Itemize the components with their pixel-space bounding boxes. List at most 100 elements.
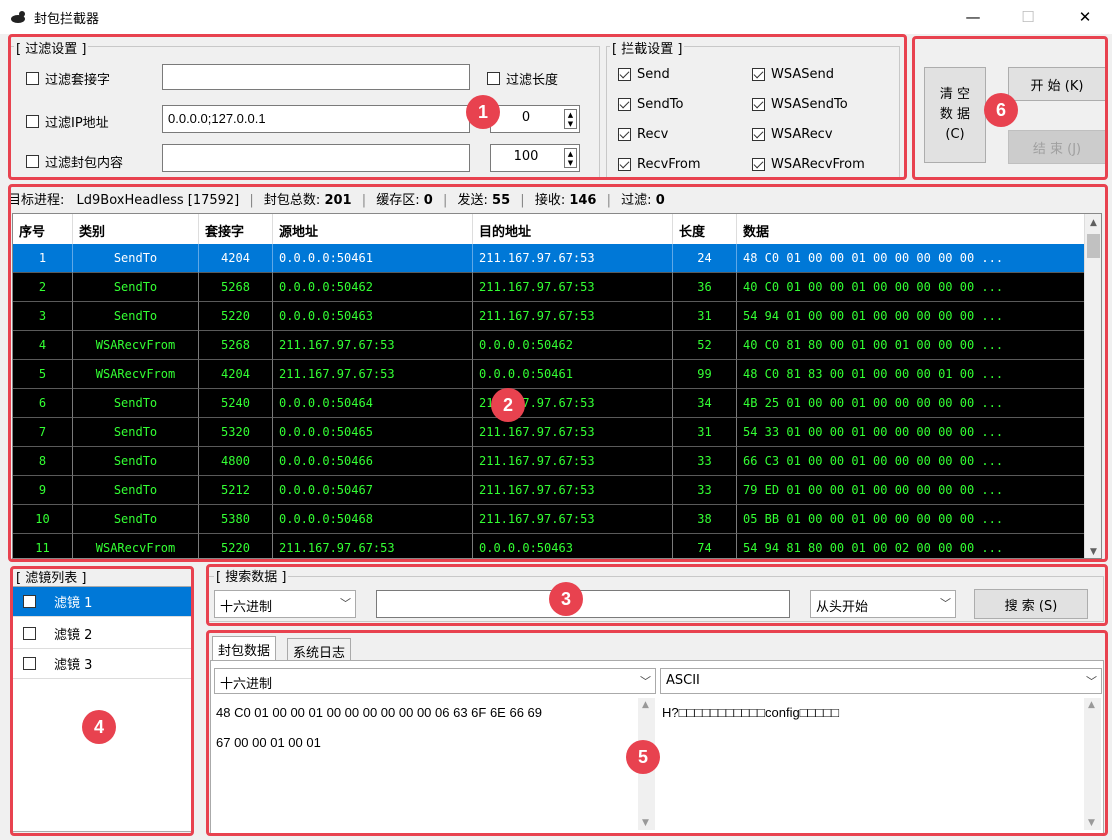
- checkbox-checked-icon: [752, 158, 765, 171]
- stop-button[interactable]: 结 束 (J): [1008, 130, 1106, 164]
- cell-destination: 211.167.97.67:53: [473, 418, 673, 447]
- scroll-down-icon[interactable]: ▼: [642, 818, 649, 828]
- right-format-select[interactable]: ASCII ﹀: [660, 668, 1102, 694]
- ip-input[interactable]: 0.0.0.0;127.0.0.1: [162, 105, 470, 133]
- column-header-destination[interactable]: 目的地址: [473, 214, 673, 244]
- cell-length: 31: [673, 302, 737, 331]
- checkbox-checked-icon: [752, 68, 765, 81]
- intercept-wsarecv-checkbox[interactable]: WSARecv: [752, 127, 833, 142]
- maximize-button[interactable]: ☐: [1005, 0, 1051, 34]
- filter-length-label: 过滤长度: [506, 73, 559, 88]
- column-header-data[interactable]: 数据: [737, 214, 1101, 244]
- scroll-down-icon[interactable]: ▼: [1088, 818, 1095, 828]
- cell-source: 0.0.0.0:50467: [273, 476, 473, 505]
- filter-length-checkbox[interactable]: 过滤长度: [487, 69, 558, 88]
- checkbox-icon: [26, 155, 39, 168]
- filter-settings-label: [ 过滤设置 ]: [14, 38, 89, 57]
- minimize-button[interactable]: —: [950, 0, 996, 34]
- intercept-wsarecvfrom-checkbox[interactable]: WSARecvFrom: [752, 157, 865, 172]
- scroll-thumb[interactable]: [1087, 234, 1100, 258]
- cell-source: 0.0.0.0:50464: [273, 389, 473, 418]
- filter-content-checkbox[interactable]: 过滤封包内容: [26, 152, 123, 171]
- length-max-spinner[interactable]: 100 ▲ ▼: [490, 144, 580, 172]
- content-input[interactable]: [162, 144, 470, 172]
- hex-view[interactable]: 48 C0 01 00 00 01 00 00 00 00 00 00 06 6…: [216, 698, 632, 758]
- scroll-up-icon[interactable]: ▲: [642, 700, 649, 710]
- table-row[interactable]: 1 SendTo 4204 0.0.0.0:50461 211.167.97.67:53…: [13, 244, 1101, 273]
- filter-ip-checkbox[interactable]: 过滤IP地址: [26, 112, 109, 131]
- ascii-view[interactable]: H?□□□□□□□□□□□config□□□□□: [662, 698, 1082, 728]
- checkbox-icon: [487, 72, 500, 85]
- packet-table[interactable]: 序号 类别 套接字 源地址 目的地址 长度 数据 1 SendTo 4204 0.0.…: [12, 213, 1102, 559]
- filter-item-label: 滤镜 1: [54, 596, 93, 611]
- search-mode-select[interactable]: 十六进制 ﹀: [214, 590, 356, 618]
- search-button[interactable]: 搜 索 (S): [974, 589, 1088, 619]
- filter-item[interactable]: 滤镜 3: [13, 649, 193, 679]
- table-scrollbar[interactable]: ▲ ▼: [1084, 214, 1101, 558]
- badge-6: 6: [984, 93, 1018, 127]
- table-row[interactable]: 2 SendTo 5268 0.0.0.0:50462 211.167.97.67:53…: [13, 273, 1101, 302]
- ascii-view-scrollbar[interactable]: ▲ ▼: [1084, 698, 1101, 830]
- intercept-recvfrom-checkbox[interactable]: RecvFrom: [618, 157, 701, 172]
- close-button[interactable]: ✕: [1062, 0, 1108, 34]
- column-header-index[interactable]: 序号: [13, 214, 73, 244]
- table-row[interactable]: 11 WSARecvFrom 5220 211.167.97.67:53 0.0.0.0…: [13, 534, 1101, 558]
- column-header-socket[interactable]: 套接字: [199, 214, 273, 244]
- column-header-type[interactable]: 类别: [73, 214, 199, 244]
- filter-socket-checkbox[interactable]: 过滤套接字: [26, 69, 110, 88]
- target-value: Ld9BoxHeadless [17592]: [76, 193, 240, 208]
- scroll-up-icon[interactable]: ▲: [1085, 214, 1101, 231]
- badge-1: 1: [466, 95, 500, 129]
- checkbox-icon[interactable]: [23, 657, 36, 670]
- cell-type: WSARecvFrom: [73, 360, 199, 389]
- scroll-down-icon[interactable]: ▼: [1085, 543, 1101, 558]
- cell-data: 79 ED 01 00 00 01 00 00 00 00 00 ...: [737, 476, 1101, 505]
- table-row[interactable]: 8 SendTo 4800 0.0.0.0:50466 211.167.97.67:53…: [13, 447, 1101, 476]
- intercept-sendto-checkbox[interactable]: SendTo: [618, 97, 683, 112]
- start-button[interactable]: 开 始 (K): [1008, 67, 1106, 101]
- tab-packet-data[interactable]: 封包数据: [212, 636, 277, 662]
- intercept-send-label: Send: [637, 67, 670, 82]
- scroll-up-icon[interactable]: ▲: [1088, 700, 1095, 710]
- table-row[interactable]: 4 WSARecvFrom 5268 211.167.97.67:53 0.0.0.0:…: [13, 331, 1101, 360]
- left-format-value: 十六进制: [220, 677, 273, 692]
- search-origin-select[interactable]: 从头开始 ﹀: [810, 590, 956, 618]
- table-row[interactable]: 7 SendTo 5320 0.0.0.0:50465 211.167.97.67:53…: [13, 418, 1101, 447]
- cell-index: 8: [13, 447, 73, 476]
- cell-source: 0.0.0.0:50462: [273, 273, 473, 302]
- checkbox-checked-icon: [752, 98, 765, 111]
- length-min-spinner[interactable]: 0 ▲ ▼: [490, 105, 580, 133]
- intercept-wsasendto-checkbox[interactable]: WSASendTo: [752, 97, 848, 112]
- search-input[interactable]: [376, 590, 790, 618]
- intercept-recv-checkbox[interactable]: Recv: [618, 127, 668, 142]
- recv-value: 146: [569, 193, 597, 208]
- cell-index: 5: [13, 360, 73, 389]
- filter-list[interactable]: 滤镜 1 滤镜 2 滤镜 3: [12, 586, 194, 832]
- title-bar: 封包拦截器 — ☐ ✕: [0, 0, 1112, 34]
- checkbox-icon: [26, 72, 39, 85]
- intercept-send-checkbox[interactable]: Send: [618, 67, 670, 82]
- table-row[interactable]: 5 WSARecvFrom 4204 211.167.97.67:53 0.0.0.0:…: [13, 360, 1101, 389]
- spinner-arrows-icon[interactable]: ▲ ▼: [564, 148, 577, 168]
- filter-item[interactable]: 滤镜 2: [13, 619, 193, 649]
- search-mode-value: 十六进制: [220, 600, 273, 615]
- column-header-source[interactable]: 源地址: [273, 214, 473, 244]
- spinner-arrows-icon[interactable]: ▲ ▼: [564, 109, 577, 129]
- checkbox-icon[interactable]: [23, 627, 36, 640]
- filter-socket-label: 过滤套接字: [45, 73, 111, 88]
- cell-data: 54 33 01 00 00 01 00 00 00 00 00 ...: [737, 418, 1101, 447]
- table-row[interactable]: 9 SendTo 5212 0.0.0.0:50467 211.167.97.67:53…: [13, 476, 1101, 505]
- separator: |: [520, 193, 525, 208]
- table-row[interactable]: 10 SendTo 5380 0.0.0.0:50468 211.167.97.67:5…: [13, 505, 1101, 534]
- clear-data-button[interactable]: 清 空 数 据 (C): [924, 67, 986, 163]
- filter-item[interactable]: 滤镜 1: [13, 587, 193, 617]
- intercept-wsasendto-label: WSASendTo: [771, 97, 848, 112]
- left-format-select[interactable]: 十六进制 ﹀: [214, 668, 656, 694]
- table-row[interactable]: 3 SendTo 5220 0.0.0.0:50463 211.167.97.67:53…: [13, 302, 1101, 331]
- intercept-wsasend-checkbox[interactable]: WSASend: [752, 67, 834, 82]
- socket-input[interactable]: [162, 64, 470, 90]
- search-origin-value: 从头开始: [816, 600, 869, 615]
- column-header-length[interactable]: 长度: [673, 214, 737, 244]
- checkbox-icon[interactable]: [23, 595, 36, 608]
- table-row[interactable]: 6 SendTo 5240 0.0.0.0:50464 211.167.97.67:53…: [13, 389, 1101, 418]
